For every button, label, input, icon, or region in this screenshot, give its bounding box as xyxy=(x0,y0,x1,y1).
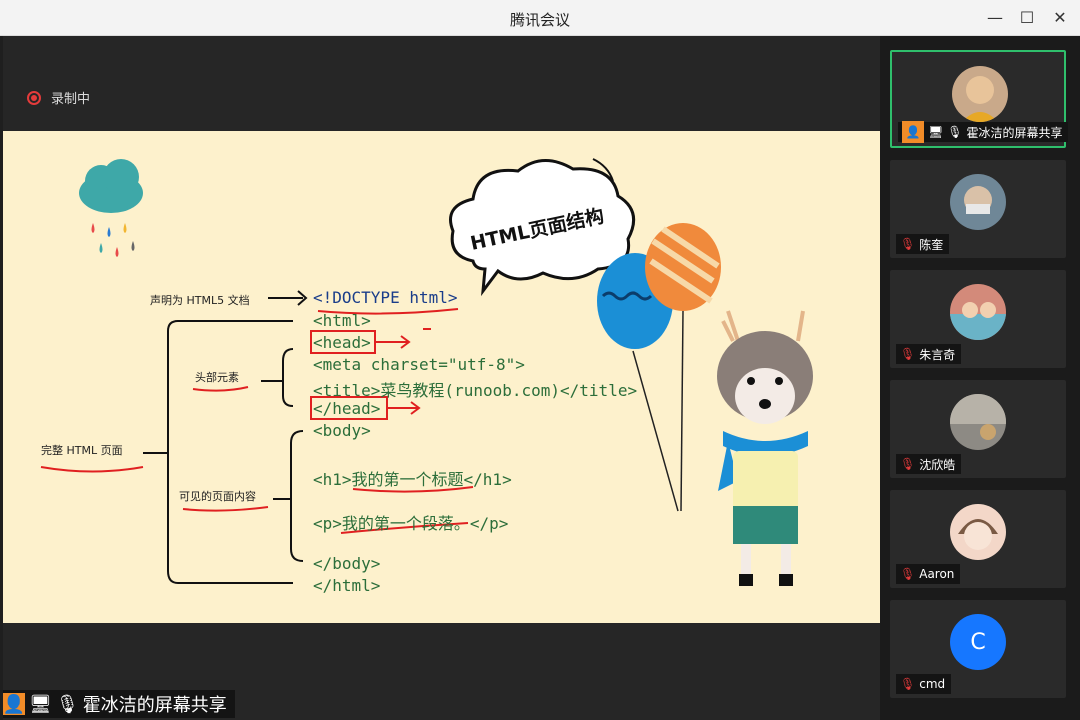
nameplate: 🎙 沈欣皓 xyxy=(896,454,962,474)
participant-tile[interactable]: 🎙 朱言奇 xyxy=(890,270,1066,368)
nameplate: 🎙 朱言奇 xyxy=(896,344,962,364)
participant-tile[interactable]: C 🎙 cmd xyxy=(890,600,1066,698)
host-user-icon: 👤 xyxy=(902,121,924,143)
whole-page-label: 完整 HTML 页面 xyxy=(41,444,123,457)
nameplate: 🎙 陈奎 xyxy=(896,234,950,254)
participant-tile[interactable]: 👤 🖥 🎙 霍冰洁的屏幕共享 xyxy=(890,50,1069,148)
nameplate: 🎙 Aaron xyxy=(896,564,961,584)
screen-share-icon: 🖥 xyxy=(928,125,944,139)
code-line: <meta charset="utf-8"> xyxy=(313,355,525,374)
muted-microphone-icon: 🎙 xyxy=(900,677,916,691)
close-icon[interactable]: ✕ xyxy=(1050,8,1070,28)
code-line: <body> xyxy=(313,421,371,440)
avatar xyxy=(950,394,1006,450)
doctype-label: 声明为 HTML5 文档 xyxy=(150,294,250,307)
microphone-icon: 🎙 xyxy=(55,693,79,715)
record-icon xyxy=(27,90,41,105)
avatar: C xyxy=(950,614,1006,670)
participant-name: 陈奎 xyxy=(919,237,944,252)
deer-illustration xyxy=(717,310,813,586)
participant-name: 霍冰洁的屏幕共享 xyxy=(966,125,1063,140)
participant-name: 朱言奇 xyxy=(919,347,956,362)
code-line: <title>菜鸟教程(runoob.com)</title> xyxy=(313,381,638,400)
avatar xyxy=(950,174,1006,230)
code-line: <head> xyxy=(313,333,371,352)
participant-name: cmd xyxy=(919,677,946,691)
code-line: </html> xyxy=(313,576,381,595)
presentation-slide: 声明为 HTML5 文档 头部元素 完整 HTML 页面 可见的页面内容 <!D… xyxy=(3,131,880,623)
nameplate: 👤 🖥 🎙 霍冰洁的屏幕共享 xyxy=(898,121,1069,143)
recording-label: 录制中 xyxy=(51,92,91,107)
screen-share-icon: 🖥 xyxy=(29,693,52,715)
avatar xyxy=(950,284,1006,340)
participant-tile[interactable]: 🎙 陈奎 xyxy=(890,160,1066,258)
microphone-icon: 🎙 xyxy=(947,125,963,139)
code-line: </body> xyxy=(313,554,381,573)
host-user-icon: 👤 xyxy=(2,693,26,715)
shared-screen: 录制中 声明为 HTML5 文档 头部元素 完整 HTML 页面 可见的页面内容… xyxy=(3,36,880,720)
maximize-icon[interactable]: ☐ xyxy=(1017,8,1037,28)
body-label: 可见的页面内容 xyxy=(179,490,256,503)
code-line: <!DOCTYPE html> xyxy=(313,288,458,307)
participant-name: 沈欣皓 xyxy=(919,457,956,472)
participant-name: Aaron xyxy=(919,567,955,581)
code-line: <h1>我的第一个标题</h1> xyxy=(313,470,512,489)
avatar xyxy=(950,504,1006,560)
code-line: <p>我的第一个段落。</p> xyxy=(313,514,509,533)
participant-sidebar: 👤 🖥 🎙 霍冰洁的屏幕共享 🎙 陈奎 🎙 朱言奇 🎙 沈欣皓 🎙 Aaron … xyxy=(880,36,1080,720)
code-line: <html> xyxy=(313,311,371,330)
participant-tile[interactable]: 🎙 沈欣皓 xyxy=(890,380,1066,478)
muted-microphone-icon: 🎙 xyxy=(900,567,916,581)
title-bar: 腾讯会议 — ☐ ✕ xyxy=(0,0,1080,36)
code-line: </head> xyxy=(313,399,381,418)
window-title: 腾讯会议 xyxy=(509,11,570,29)
muted-microphone-icon: 🎙 xyxy=(900,347,916,361)
share-status-bar: 👤 🖥 🎙 霍冰洁的屏幕共享 xyxy=(3,690,235,718)
minimize-icon[interactable]: — xyxy=(985,8,1005,28)
head-label: 头部元素 xyxy=(195,371,239,384)
muted-microphone-icon: 🎙 xyxy=(900,457,916,471)
nameplate: 🎙 cmd xyxy=(896,674,952,694)
participant-tile[interactable]: 🎙 Aaron xyxy=(890,490,1066,588)
avatar xyxy=(952,66,1008,122)
share-status-label: 霍冰洁的屏幕共享 xyxy=(82,695,227,716)
recording-indicator[interactable]: 录制中 xyxy=(27,88,90,107)
muted-microphone-icon: 🎙 xyxy=(900,237,916,251)
